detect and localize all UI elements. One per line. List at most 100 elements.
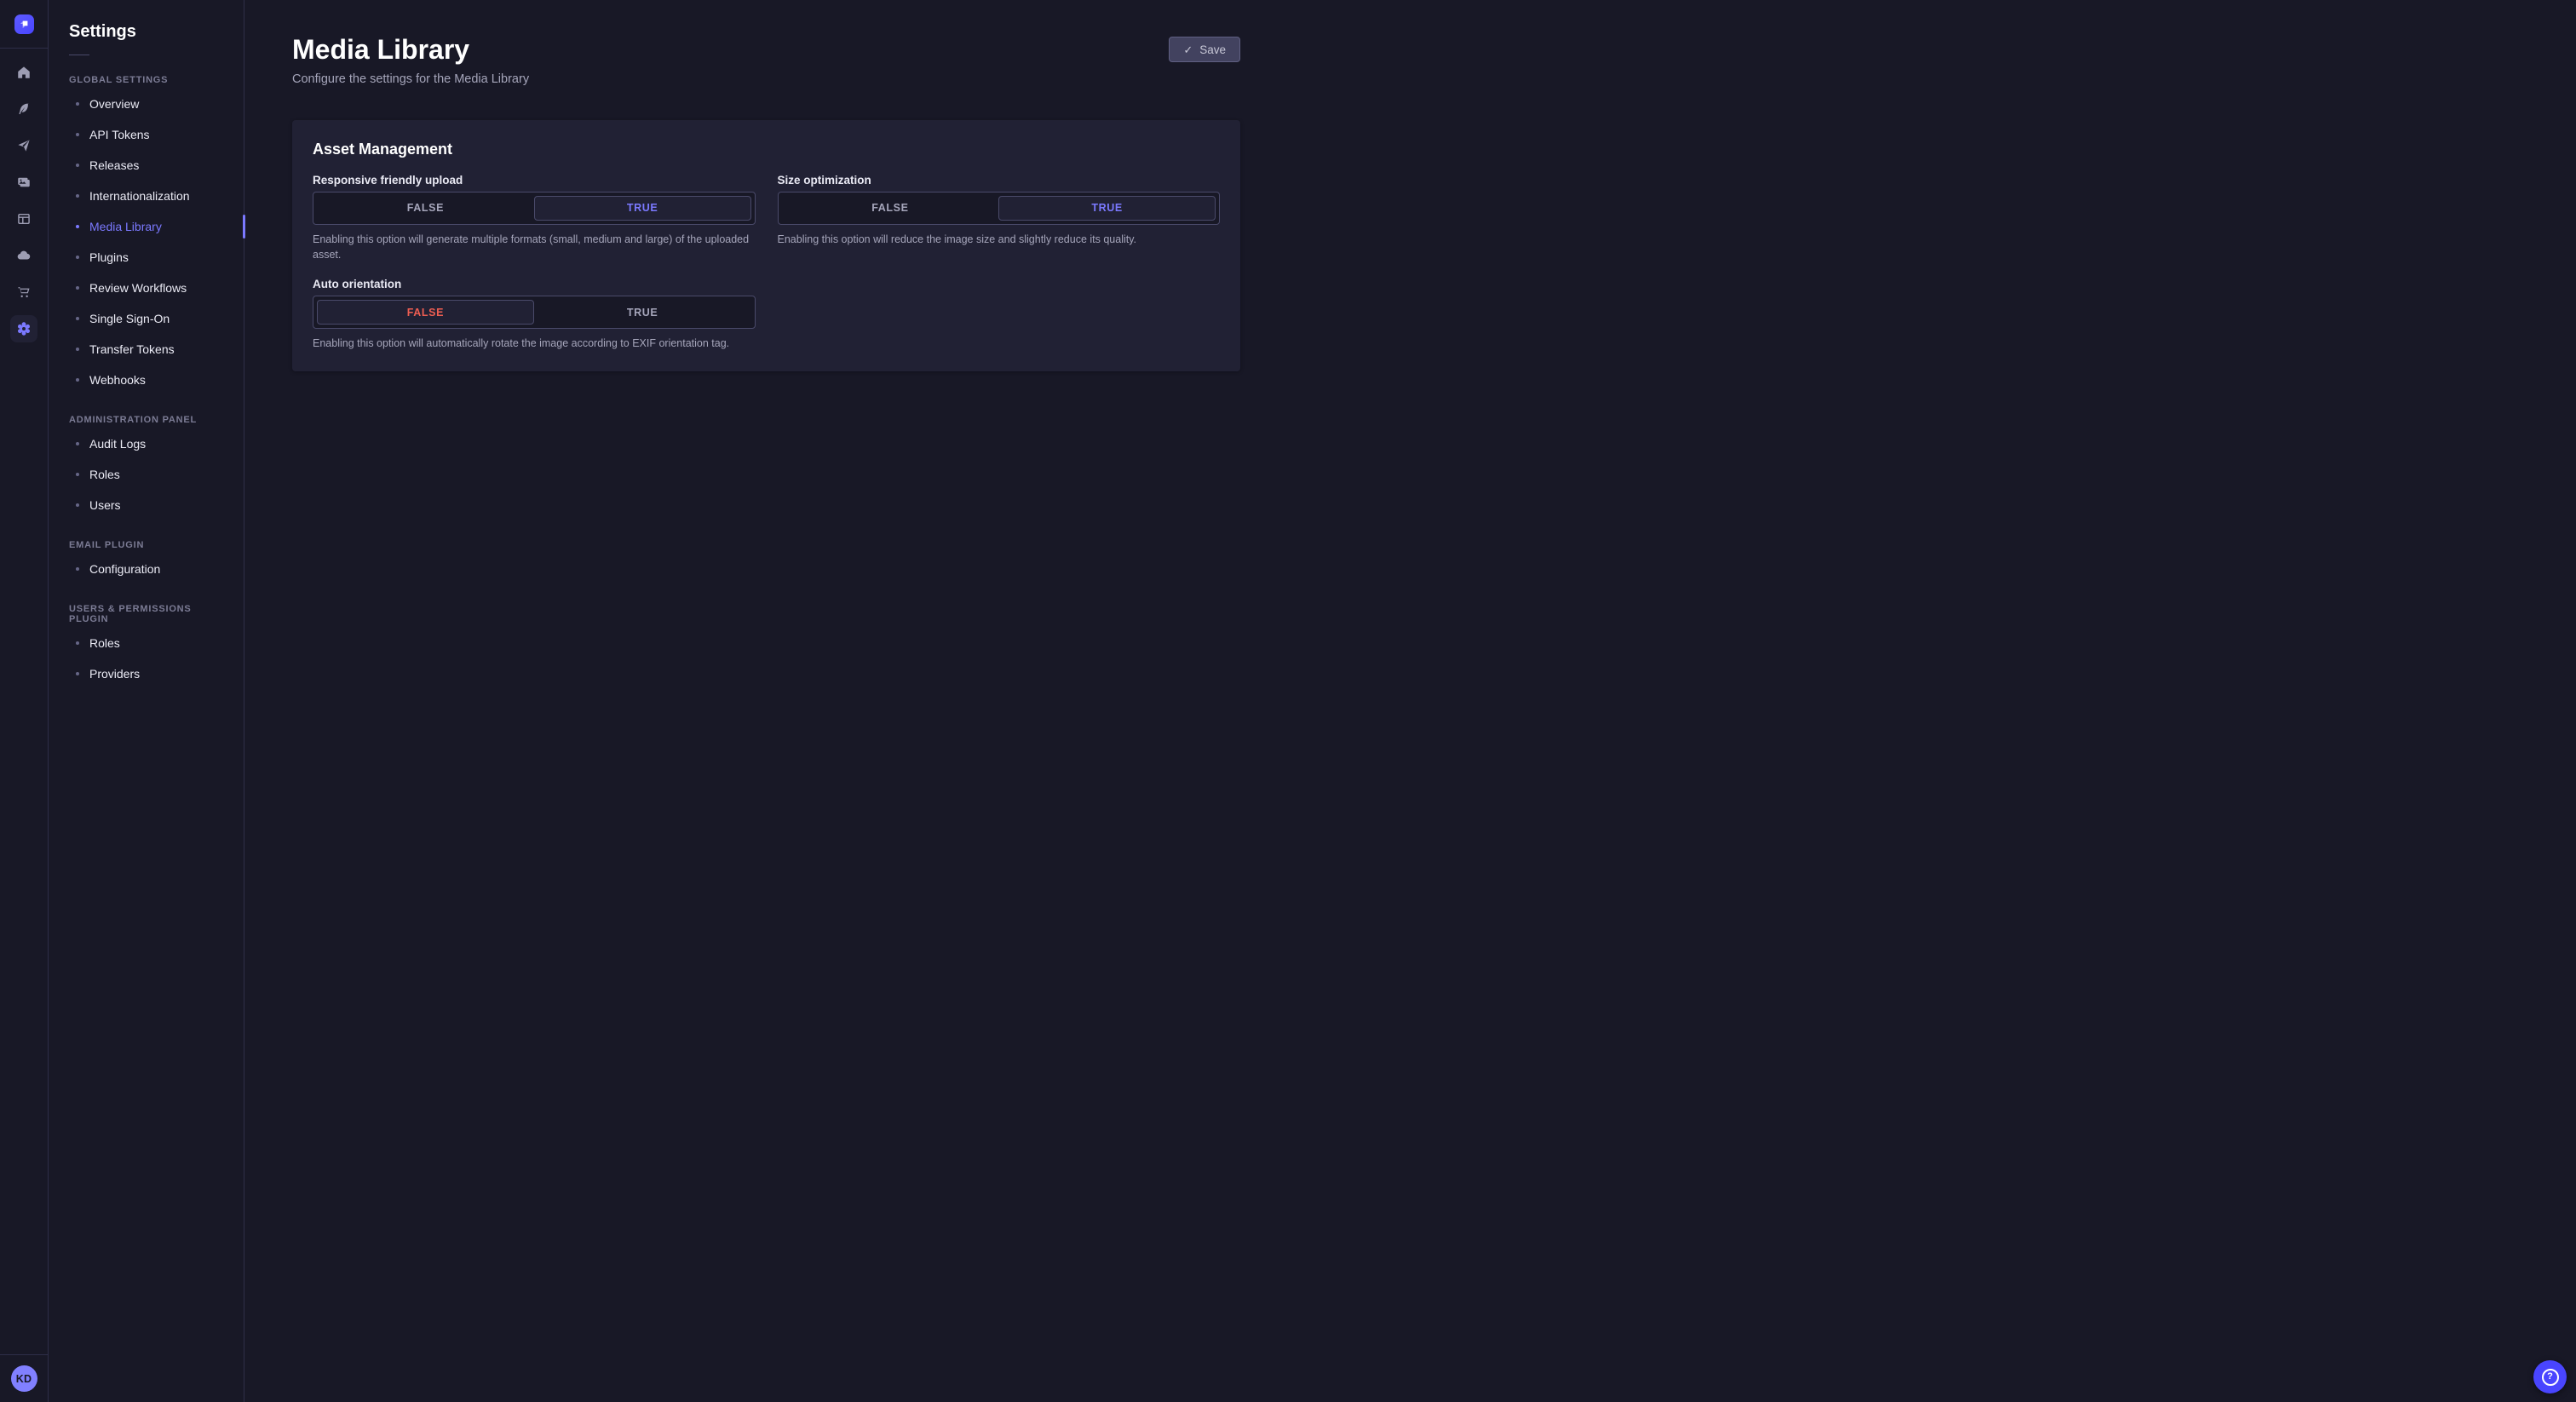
rail-cloud-button[interactable] — [10, 242, 37, 269]
checkmark-icon: ✓ — [1183, 43, 1193, 56]
help-button[interactable]: ? — [2533, 1360, 2567, 1393]
bullet-dot-icon — [76, 567, 79, 571]
bullet-dot-icon — [76, 317, 79, 320]
bullet-dot-icon — [76, 194, 79, 198]
sidebar-item-label: Configuration — [89, 562, 161, 576]
settings-sidebar: Settings GLOBAL SETTINGS Overview API Toke… — [49, 0, 245, 1402]
sidebar-item-internationalization[interactable]: Internationalization — [49, 181, 244, 211]
sidebar-item-label: Media Library — [89, 220, 162, 233]
nav-list: Overview API Tokens Releases Internationali… — [49, 89, 245, 395]
cart-icon — [16, 284, 32, 300]
avatar[interactable]: KD — [10, 1365, 37, 1392]
bullet-dot-icon — [76, 256, 79, 259]
sidebar-item-webhooks[interactable]: Webhooks — [49, 365, 244, 395]
nav-list: Audit Logs Roles Users — [49, 428, 244, 520]
auto-orientation-toggle: FALSE TRUE — [313, 296, 756, 330]
sidebar-item-label: Audit Logs — [89, 437, 147, 451]
responsive-friendly-upload-field: Responsive friendly upload FALSE TRUE Enabl… — [313, 174, 756, 262]
responsive-friendly-upload-option-false[interactable]: FALSE — [317, 196, 534, 221]
rail-layout-panel-button[interactable] — [10, 205, 37, 233]
bullet-dot-icon — [76, 102, 79, 106]
save-button[interactable]: ✓ Save — [1169, 37, 1240, 62]
field-label: Auto orientation — [313, 278, 402, 291]
sidebar-item-roles[interactable]: Roles — [49, 459, 244, 490]
bullet-dot-icon — [76, 164, 79, 167]
bullet-dot-icon — [76, 473, 79, 476]
asset-management-panel: Asset Management Responsive friendly upl… — [292, 119, 1240, 372]
sidebar-item-releases[interactable]: Releases — [49, 150, 244, 181]
bullet-dot-icon — [76, 133, 79, 136]
sidebar-item-media-library[interactable]: Media Library — [49, 211, 245, 242]
rail-media-pictures-button[interactable] — [10, 169, 37, 196]
sidebar-item-label: Review Workflows — [89, 281, 187, 295]
size-optimization-option-true[interactable]: TRUE — [998, 195, 1216, 221]
sidebar-item-label: Webhooks — [89, 373, 146, 387]
sidebar-item-label: Releases — [89, 158, 140, 172]
sidebar-item-users[interactable]: Users — [49, 490, 244, 520]
bullet-dot-icon — [76, 286, 79, 290]
nav-list: Configuration — [49, 554, 244, 584]
rail-paper-plane-button[interactable] — [10, 132, 37, 159]
rail-feather-button[interactable] — [10, 95, 37, 123]
bullet-dot-icon — [76, 442, 79, 445]
sidebar-item-label: Transfer Tokens — [89, 342, 175, 356]
feather-icon — [16, 101, 32, 117]
field-label: Size optimization — [777, 173, 871, 187]
field-hint: Enabling this option will automatically … — [313, 337, 730, 350]
sidebar-item-roles[interactable]: Roles — [49, 628, 244, 658]
sidebar-item-label: Plugins — [89, 250, 129, 264]
sidebar-item-single-sign-on[interactable]: Single Sign-On — [49, 303, 244, 334]
page-header: Media Library Configure the settings for… — [292, 0, 1240, 86]
settings-sidebar-title: Settings — [69, 22, 136, 41]
nav-list: Roles Providers — [49, 628, 244, 689]
rail-gear-button[interactable] — [10, 315, 37, 342]
bullet-dot-icon — [76, 225, 79, 228]
size-optimization-option-false[interactable]: FALSE — [782, 196, 999, 221]
responsive-friendly-upload-toggle: FALSE TRUE — [313, 191, 756, 225]
sidebar-item-configuration[interactable]: Configuration — [49, 554, 244, 584]
panel-title: Asset Management — [313, 140, 453, 158]
question-mark-icon: ? — [2541, 1368, 2559, 1386]
sidebar-item-label: Single Sign-On — [89, 312, 170, 325]
sidebar-item-label: Roles — [89, 636, 120, 650]
nav-section-label: USERS & PERMISSIONS PLUGIN — [69, 604, 192, 624]
auto-orientation-field: Auto orientation FALSE TRUE Enabling this o… — [313, 278, 756, 351]
layout-panel-icon — [16, 211, 32, 227]
field-hint: Enabling this option will reduce the ima… — [777, 233, 1137, 245]
bullet-dot-icon — [76, 641, 79, 645]
workspace-logo-section — [0, 0, 48, 49]
bullet-dot-icon — [76, 503, 79, 507]
sidebar-item-label: Users — [89, 498, 121, 512]
cloud-icon — [16, 248, 32, 263]
strapi-logo-icon[interactable] — [14, 14, 34, 34]
nav-section-label: EMAIL PLUGIN — [69, 540, 145, 550]
paper-plane-icon — [16, 138, 32, 153]
sidebar-item-providers[interactable]: Providers — [49, 658, 244, 689]
sidebar-item-api-tokens[interactable]: API Tokens — [49, 119, 244, 150]
rail-icon-list — [0, 49, 48, 342]
bullet-dot-icon — [76, 672, 79, 675]
strapi-glyph-icon — [20, 20, 27, 28]
sidebar-item-audit-logs[interactable]: Audit Logs — [49, 428, 244, 459]
rail-cart-button[interactable] — [10, 279, 37, 306]
sidebar-item-review-workflows[interactable]: Review Workflows — [49, 273, 244, 303]
rail-user-section: KD — [0, 1354, 48, 1402]
bullet-dot-icon — [76, 348, 79, 351]
nav-section-label: ADMINISTRATION PANEL — [69, 415, 198, 425]
rail-home-button[interactable] — [10, 59, 37, 86]
auto-orientation-option-true[interactable]: TRUE — [534, 300, 751, 325]
size-optimization-field: Size optimization FALSE TRUE Enabling this … — [777, 173, 1220, 262]
auto-orientation-option-false[interactable]: FALSE — [317, 300, 534, 325]
sidebar-item-plugins[interactable]: Plugins — [49, 242, 244, 273]
bullet-dot-icon — [76, 378, 79, 382]
sidebar-item-label: Overview — [89, 97, 140, 111]
responsive-friendly-upload-option-true[interactable]: TRUE — [533, 195, 751, 221]
sidebar-item-transfer-tokens[interactable]: Transfer Tokens — [49, 334, 244, 365]
page-subtitle: Configure the settings for the Media Lib… — [292, 72, 530, 86]
sidebar-item-label: Internationalization — [89, 189, 190, 203]
media-pictures-icon — [16, 175, 32, 190]
field-hint: Enabling this option will generate multi… — [313, 233, 750, 261]
sidebar-item-overview[interactable]: Overview — [49, 89, 244, 119]
size-optimization-toggle: FALSE TRUE — [777, 191, 1220, 225]
page-header-text: Media Library Configure the settings for… — [292, 34, 529, 86]
